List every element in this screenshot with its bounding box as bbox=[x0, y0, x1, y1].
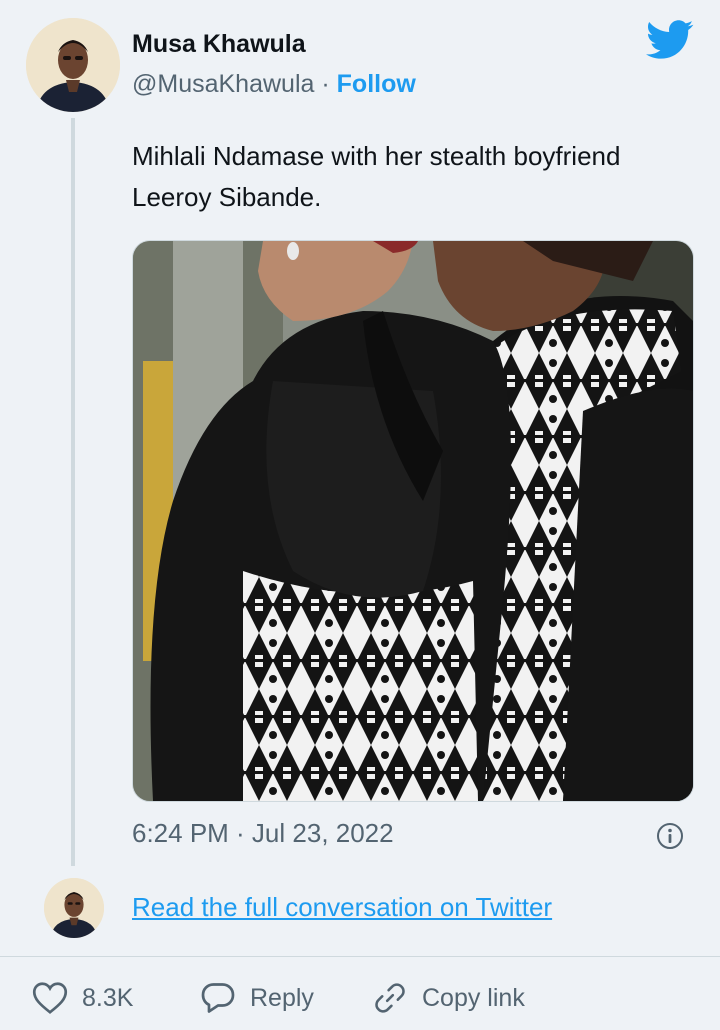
tweet-timestamp[interactable]: 6:24 PM · Jul 23, 2022 bbox=[132, 818, 394, 849]
thread-line bbox=[71, 118, 75, 866]
link-icon bbox=[375, 983, 405, 1013]
copy-link-label: Copy link bbox=[422, 983, 525, 1012]
like-count: 8.3K bbox=[82, 983, 134, 1012]
copy-link-action[interactable]: Copy link bbox=[372, 980, 525, 1016]
author-name[interactable]: Musa Khawula bbox=[132, 30, 306, 59]
read-conversation-link[interactable]: Read the full conversation on Twitter bbox=[132, 892, 552, 923]
tweet-photo[interactable] bbox=[132, 240, 694, 802]
viewer-avatar bbox=[44, 878, 104, 938]
tweet-text: Mihlali Ndamase with her stealth boyfrie… bbox=[132, 141, 621, 212]
author-handle[interactable]: @MusaKhawula bbox=[132, 70, 314, 98]
author-handle-row: @MusaKhawula · Follow bbox=[132, 70, 416, 99]
separator-dot: · bbox=[321, 70, 330, 98]
reply-label: Reply bbox=[250, 983, 314, 1012]
follow-button[interactable]: Follow bbox=[337, 70, 416, 98]
reply-bubble-icon bbox=[201, 983, 235, 1013]
like-action[interactable]: 8.3K bbox=[32, 980, 133, 1016]
divider bbox=[0, 956, 720, 957]
author-avatar[interactable] bbox=[26, 18, 120, 112]
twitter-bird-icon[interactable] bbox=[646, 20, 694, 60]
heart-icon bbox=[32, 982, 68, 1014]
reply-action[interactable]: Reply bbox=[200, 980, 314, 1016]
info-icon[interactable] bbox=[656, 822, 684, 850]
